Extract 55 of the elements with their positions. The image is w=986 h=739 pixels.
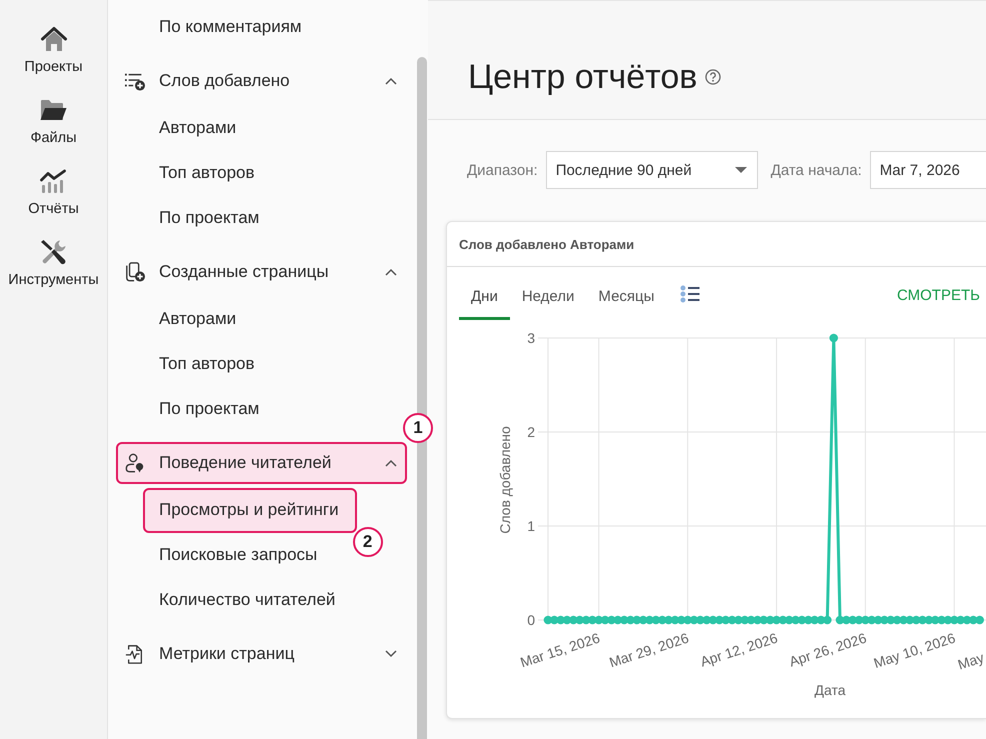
y-tick-label: 0	[527, 612, 535, 628]
period-tab[interactable]: Недели	[510, 267, 586, 320]
x-tick-label: Apr 12, 2026	[698, 630, 780, 670]
x-tick-label: Mar 29, 2026	[607, 630, 691, 670]
x-tick-label: Mar 15, 2026	[518, 630, 602, 670]
sidebar-link[interactable]: Количество читателей	[143, 578, 354, 622]
page-title: Центр отчётов	[468, 57, 698, 98]
data-point	[823, 616, 832, 624]
callout-number: 2	[352, 526, 383, 556]
filter-label: Диапазон:	[467, 162, 538, 178]
sidebar-link[interactable]: По комментариям	[143, 4, 320, 50]
sidebar-link[interactable]: Просмотры и рейтинги	[143, 488, 357, 532]
sidebar-link[interactable]: Топ авторов	[143, 150, 273, 196]
sidebar-link[interactable]: По проектам	[143, 386, 278, 432]
data-point	[975, 616, 984, 624]
pages-plus-icon	[124, 262, 146, 282]
line-chart-icon	[39, 168, 68, 194]
y-tick-label: 2	[527, 424, 535, 440]
range-select[interactable]: Последние 90 дней	[546, 151, 758, 189]
x-tick-label: May 10, 2026	[872, 630, 958, 672]
sidebar-link[interactable]: По проектам	[143, 196, 278, 240]
rail-nav-button[interactable]: Инструменты	[8, 239, 99, 290]
data-point	[829, 334, 838, 342]
rail-nav-button[interactable]: Проекты	[24, 26, 83, 77]
sidebar-link[interactable]: Топ авторов	[143, 342, 273, 386]
help-icon[interactable]	[705, 69, 722, 85]
x-tick-label: Apr 26, 2026	[787, 630, 868, 670]
view-link[interactable]: СМОТРЕТЬ	[896, 283, 986, 304]
sidebar-link[interactable]: Авторами	[143, 296, 254, 342]
x-tick-label: May	[956, 649, 986, 673]
home-icon	[40, 26, 68, 52]
list-view-icon[interactable]	[680, 284, 700, 302]
sidebar-link[interactable]: Авторами	[143, 106, 254, 150]
wrench-screwdriver-icon	[39, 239, 68, 265]
sidebar-group-header[interactable]: Созданные страницы	[116, 250, 407, 292]
rail-nav-button[interactable]: Файлы	[30, 97, 77, 148]
folder-icon	[39, 97, 68, 123]
x-axis-title: Дата	[814, 682, 846, 698]
sidebar-group-header[interactable]: Поведение читателей	[116, 442, 407, 484]
person-icon	[124, 452, 146, 472]
y-tick-label: 3	[527, 330, 535, 346]
rail-nav-button[interactable]: Отчёты	[28, 168, 79, 219]
caret-icon	[734, 167, 747, 173]
y-tick-label: 1	[527, 518, 535, 534]
filter-label: Дата начала:	[770, 162, 862, 178]
sidebar-link[interactable]: Поисковые запросы	[143, 532, 336, 578]
period-tab[interactable]: Месяцы	[586, 267, 666, 320]
card-title: Слов добавлено Авторами	[459, 236, 634, 252]
y-axis-title: Слов добавлено	[497, 426, 513, 534]
callout-number: 1	[403, 412, 433, 442]
date-field[interactable]: Mar 7, 2026	[870, 151, 986, 189]
sidebar-group-header[interactable]: Слов добавлено	[116, 60, 407, 102]
period-tab[interactable]: Дни	[459, 267, 510, 320]
list-plus-icon	[124, 70, 146, 90]
sidebar-group-header[interactable]: Метрики страниц	[116, 632, 407, 674]
